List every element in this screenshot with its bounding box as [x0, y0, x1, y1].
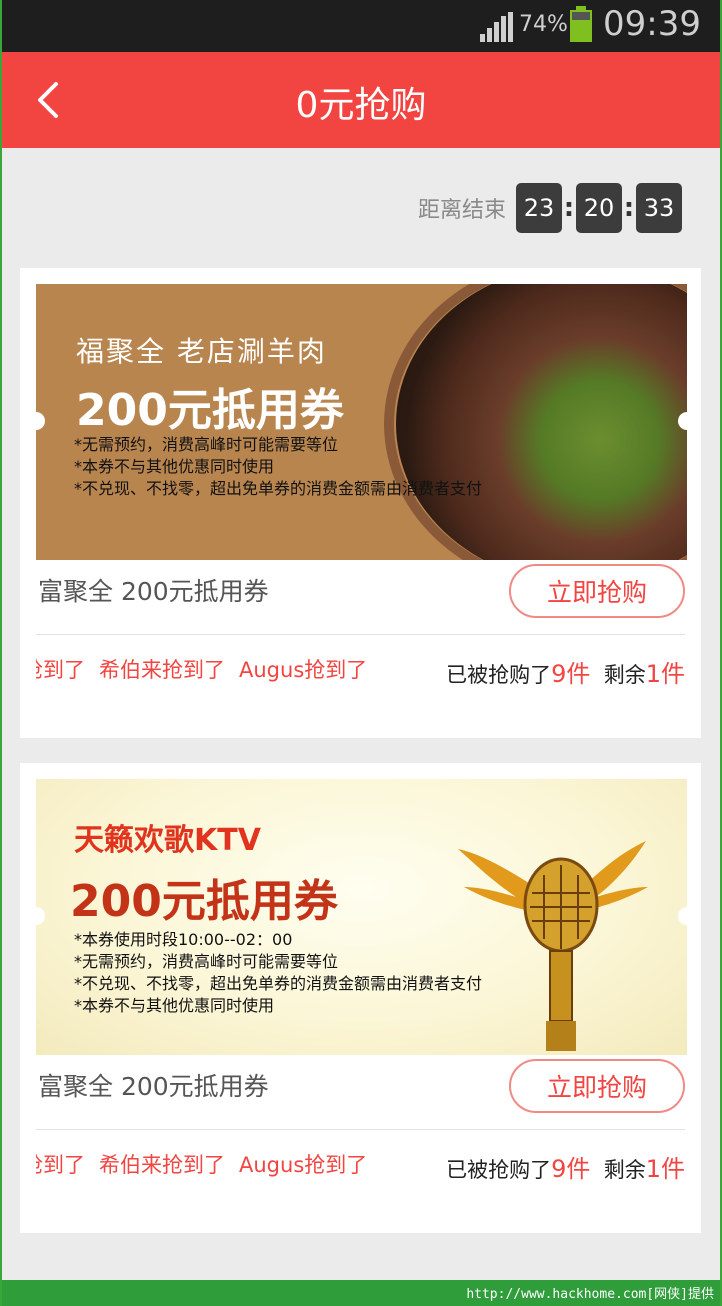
winner-ticker: 抢到了希伯来抢到了Augus抢到了 — [36, 658, 368, 682]
countdown-separator: : — [623, 193, 635, 223]
sold-count: 9件 — [551, 660, 591, 688]
sold-count: 9件 — [551, 1155, 591, 1183]
coupon-card: 天籁欢歌KTV 200元抵用券 *本券使用时段10:00--02：00 *无需预… — [20, 763, 701, 1233]
countdown-seconds: 33 — [636, 183, 682, 233]
banner-title: 200元抵用券 — [70, 876, 338, 927]
grab-now-button[interactable]: 立即抢购 — [509, 1059, 685, 1113]
watermark-text: http://www.hackhome.com[网侠]提供 — [466, 1287, 714, 1302]
navbar: 0元抢购 — [0, 52, 722, 148]
coupon-banner[interactable]: 福聚全 老店涮羊肉 200元抵用券 *无需预约，消费高峰时可能需要等位 *本券不… — [36, 284, 687, 560]
lamb-dish-image — [396, 284, 687, 560]
clock: 09:39 — [603, 4, 701, 44]
page-title: 0元抢购 — [295, 85, 427, 126]
ticket-notch — [36, 412, 45, 430]
ticket-notch — [678, 907, 687, 925]
banner-title: 200元抵用券 — [76, 385, 344, 436]
countdown-minutes: 20 — [576, 183, 622, 233]
remain-count: 1件 — [645, 1155, 685, 1183]
remain-count: 1件 — [645, 660, 685, 688]
banner-brand: 天籁欢歌KTV — [74, 823, 261, 858]
countdown-label: 距离结束 — [417, 198, 506, 223]
battery-percent: 74% — [519, 12, 568, 37]
coupon-name: 富聚全 200元抵用券 — [38, 577, 269, 606]
stock-info: 已被抢购了9件 剩余1件 — [434, 1149, 685, 1184]
divider — [36, 1129, 685, 1130]
status-bar: 74% 09:39 — [0, 0, 722, 52]
banner-notes: *无需预约，消费高峰时可能需要等位 *本券不与其他优惠同时使用 *不兑现、不找零… — [74, 435, 483, 498]
coupon-name: 富聚全 200元抵用券 — [38, 1072, 269, 1101]
card-footer: 抢到了希伯来抢到了Augus抢到了 已被抢购了9件 剩余1件 — [36, 646, 685, 692]
grab-now-button[interactable]: 立即抢购 — [509, 564, 685, 618]
watermark-bar: http://www.hackhome.com[网侠]提供 — [0, 1280, 722, 1306]
winner-ticker: 抢到了希伯来抢到了Augus抢到了 — [36, 1153, 368, 1177]
divider — [36, 634, 685, 635]
coupon-banner[interactable]: 天籁欢歌KTV 200元抵用券 *本券使用时段10:00--02：00 *无需预… — [36, 779, 687, 1055]
ticket-notch — [36, 907, 45, 925]
golden-microphone-image — [458, 841, 648, 1051]
frame-border-left — [0, 0, 2, 1306]
countdown-separator: : — [563, 193, 575, 223]
signal-icon — [480, 12, 514, 42]
countdown-hours: 23 — [516, 183, 562, 233]
stock-info: 已被抢购了9件 剩余1件 — [434, 654, 685, 689]
banner-brand: 福聚全 老店涮羊肉 — [76, 335, 327, 368]
battery-icon — [570, 6, 592, 42]
countdown-timer: 距离结束 23 : 20 : 33 — [418, 183, 682, 233]
banner-notes: *本券使用时段10:00--02：00 *无需预约，消费高峰时可能需要等位 *不… — [74, 930, 483, 1015]
card-footer: 抢到了希伯来抢到了Augus抢到了 已被抢购了9件 剩余1件 — [36, 1141, 685, 1187]
coupon-card: 福聚全 老店涮羊肉 200元抵用券 *无需预约，消费高峰时可能需要等位 *本券不… — [20, 268, 701, 738]
